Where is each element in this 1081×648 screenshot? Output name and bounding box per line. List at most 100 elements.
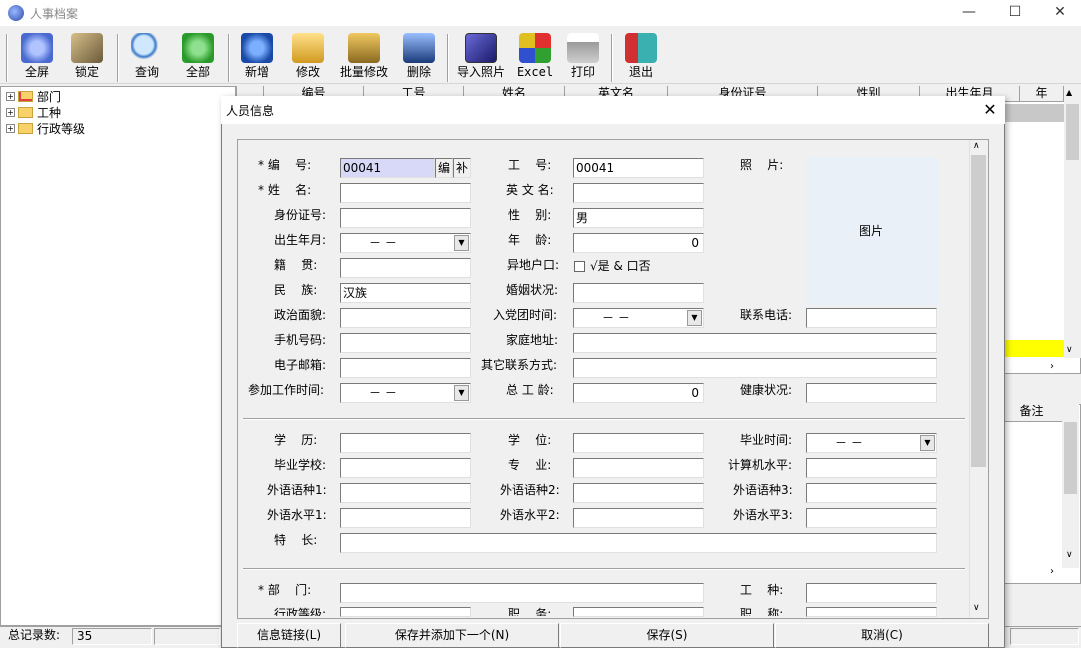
computer-level-field[interactable] — [806, 458, 937, 478]
grid-header-notes[interactable]: 备注 — [1000, 404, 1064, 422]
save-button[interactable]: 保存(S) — [560, 623, 774, 648]
toolbar-button-add[interactable]: 新增 — [234, 33, 280, 83]
notes-vscroll-thumb[interactable] — [1064, 422, 1077, 494]
toolbar-button-edit[interactable]: 修改 — [285, 33, 331, 83]
expand-icon[interactable]: + — [6, 91, 15, 101]
ethnicity-field[interactable]: 汉族 — [340, 283, 471, 303]
mobile-field[interactable] — [340, 333, 471, 353]
toolbar-button-query[interactable]: 查询 — [124, 33, 170, 83]
tree-item-department[interactable]: + 部门 — [6, 88, 61, 104]
degree-field[interactable] — [573, 433, 704, 453]
close-button[interactable]: ✕ — [1037, 0, 1081, 26]
english-name-field[interactable] — [573, 183, 704, 203]
code-edit-button[interactable]: 编 — [435, 158, 453, 178]
department-field[interactable] — [340, 583, 704, 603]
grid-row-highlight[interactable] — [1004, 340, 1064, 357]
health-field[interactable] — [806, 383, 937, 403]
education-field[interactable] — [340, 433, 471, 453]
grid-vscroll-thumb[interactable] — [1066, 104, 1079, 160]
dropdown-arrow-icon[interactable]: ▼ — [454, 235, 469, 251]
phone-field[interactable] — [806, 308, 937, 328]
exit-door-icon — [625, 33, 657, 63]
toolbar-button-exit[interactable]: 退出 — [618, 33, 664, 83]
tree-item-job-type[interactable]: + 工种 — [6, 104, 61, 120]
grid-header[interactable]: 年 — [1020, 86, 1064, 102]
cancel-button[interactable]: 取消(C) — [775, 623, 989, 648]
other-contact-field[interactable] — [573, 358, 937, 378]
toolbar-button-lock[interactable]: 锁定 — [64, 33, 110, 83]
scroll-right-icon[interactable]: › — [1050, 361, 1054, 372]
label-code: * 编 号: — [258, 158, 312, 172]
name-field[interactable] — [340, 183, 471, 203]
code-supplement-button[interactable]: 补 — [453, 158, 471, 178]
scroll-down-icon[interactable]: ∨ — [1066, 550, 1073, 560]
label-remote-household: 异地户口: — [507, 258, 560, 272]
info-link-button[interactable]: 信息链接(L) — [237, 623, 341, 648]
scroll-down-icon[interactable]: ∨ — [973, 603, 980, 613]
save-and-add-next-button[interactable]: 保存并添加下一个(N) — [345, 623, 559, 648]
political-status-field[interactable] — [340, 308, 471, 328]
tools-icon — [348, 33, 380, 63]
position-field[interactable] — [573, 607, 704, 617]
title-field[interactable] — [806, 607, 937, 617]
language-2-field[interactable] — [573, 483, 704, 503]
dropdown-arrow-icon[interactable]: ▼ — [454, 385, 469, 401]
toolbar-button-excel[interactable]: Excel — [512, 33, 558, 83]
form-vscroll-thumb[interactable] — [971, 155, 986, 467]
toolbar-button-print[interactable]: 打印 — [560, 33, 606, 83]
grid-row-selected[interactable] — [1004, 104, 1064, 122]
scroll-down-icon[interactable]: ∨ — [1066, 345, 1073, 355]
expand-icon[interactable]: + — [6, 123, 15, 133]
status-label: 总记录数: — [8, 628, 61, 642]
scroll-up-icon[interactable]: ▲ — [1066, 88, 1072, 97]
job-number-field[interactable]: 00041 — [573, 158, 704, 178]
language-1-field[interactable] — [340, 483, 471, 503]
gender-field[interactable]: 男 — [573, 208, 704, 228]
major-field[interactable] — [573, 458, 704, 478]
age-field[interactable]: 0 — [573, 233, 704, 253]
birth-date-picker[interactable]: － － ▼ — [340, 233, 471, 253]
label-title: 职 称: — [740, 607, 784, 616]
dialog-close-button[interactable]: ✕ — [978, 98, 1002, 122]
tree-item-admin-level[interactable]: + 行政等级 — [6, 120, 85, 136]
label-language-1: 外语语种1: — [267, 483, 327, 497]
category-tree — [0, 86, 236, 626]
dropdown-arrow-icon[interactable]: ▼ — [687, 310, 702, 326]
label-marital-status: 婚姻状况: — [506, 283, 559, 297]
label-job-type: 工 种: — [740, 583, 784, 597]
party-join-date-picker[interactable]: － － ▼ — [573, 308, 704, 328]
home-address-field[interactable] — [573, 333, 937, 353]
toolbar-button-delete[interactable]: 删除 — [396, 33, 442, 83]
label-party-join-date: 入党团时间: — [493, 308, 558, 322]
minimize-button[interactable]: — — [946, 0, 992, 26]
label-home-address: 家庭地址: — [506, 333, 559, 347]
job-type-field[interactable] — [806, 583, 937, 603]
graduation-date-picker[interactable]: － － ▼ — [806, 433, 937, 453]
scroll-right-icon[interactable]: › — [1050, 566, 1054, 577]
native-place-field[interactable] — [340, 258, 471, 278]
work-start-date-picker[interactable]: － － ▼ — [340, 383, 471, 403]
code-field[interactable]: 00041 — [340, 158, 435, 178]
toolbar-button-all[interactable]: 全部 — [175, 33, 221, 83]
dropdown-arrow-icon[interactable]: ▼ — [920, 435, 935, 451]
language-level-2-field[interactable] — [573, 508, 704, 528]
language-3-field[interactable] — [806, 483, 937, 503]
admin-level-field[interactable] — [340, 607, 471, 617]
toolbar-button-import-photo[interactable]: 导入照片 — [453, 33, 509, 83]
language-level-1-field[interactable] — [340, 508, 471, 528]
language-level-3-field[interactable] — [806, 508, 937, 528]
email-field[interactable] — [340, 358, 471, 378]
remote-household-checkbox[interactable] — [574, 261, 585, 272]
maximize-button[interactable]: ☐ — [992, 0, 1038, 26]
marital-status-field[interactable] — [573, 283, 704, 303]
scroll-up-icon[interactable]: ∧ — [973, 141, 980, 151]
section-divider — [243, 418, 965, 420]
toolbar-button-batch-edit[interactable]: 批量修改 — [336, 33, 392, 83]
toolbar-button-fullscreen[interactable]: 全屏 — [14, 33, 60, 83]
recycle-icon — [182, 33, 214, 63]
specialty-field[interactable] — [340, 533, 937, 553]
expand-icon[interactable]: + — [6, 107, 15, 117]
total-seniority-field[interactable]: 0 — [573, 383, 704, 403]
id-number-field[interactable] — [340, 208, 471, 228]
school-field[interactable] — [340, 458, 471, 478]
